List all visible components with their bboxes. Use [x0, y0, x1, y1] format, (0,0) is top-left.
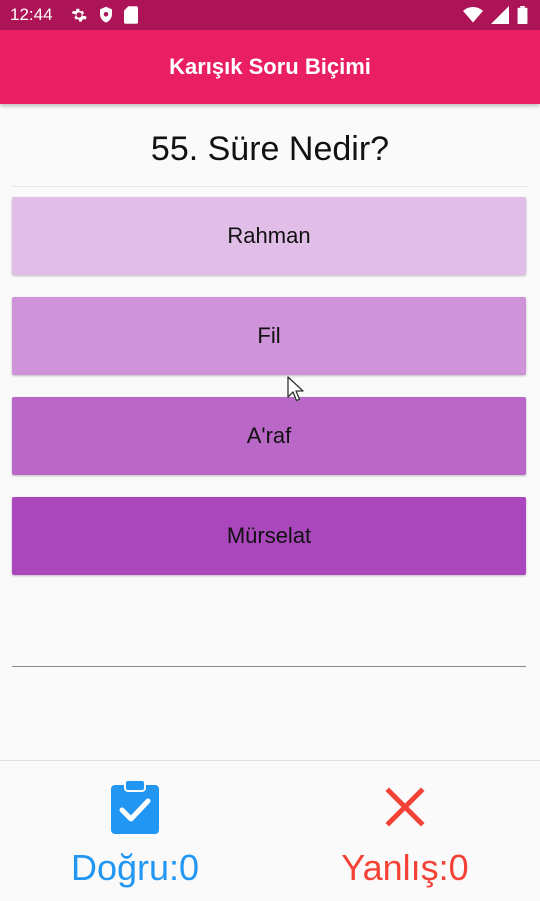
status-left-icons: [70, 6, 138, 24]
options-separator: [12, 186, 528, 187]
score-footer: Doğru:0 Yanlış:0: [0, 760, 540, 901]
app-title: Karışık Soru Biçimi: [169, 54, 371, 79]
mouse-cursor-icon: [287, 376, 304, 402]
close-icon: [385, 787, 425, 827]
correct-score: Doğru:0: [0, 779, 270, 889]
sd-card-icon: [124, 6, 138, 24]
wrong-score-label: Yanlış:0: [341, 847, 469, 888]
question-text: 55. Süre Nedir?: [150, 130, 390, 168]
clipboard-check-icon: [111, 779, 159, 834]
wifi-icon: [463, 7, 483, 23]
answer-option-3[interactable]: A'raf: [12, 397, 526, 475]
divider: [12, 666, 526, 667]
status-time: 12:44: [10, 5, 53, 24]
gear-icon: [71, 8, 87, 22]
status-bar: 12:44: [0, 0, 540, 30]
answer-option-1[interactable]: Rahman: [12, 197, 526, 275]
battery-icon: [517, 6, 528, 24]
shield-icon: [100, 6, 112, 23]
answer-option-4[interactable]: Mürselat: [12, 497, 526, 575]
app-bar: Karışık Soru Biçimi: [0, 30, 540, 104]
correct-score-label: Doğru:0: [70, 847, 200, 888]
wrong-score: Yanlış:0: [270, 779, 540, 889]
answer-option-2[interactable]: Fil: [12, 297, 526, 375]
status-right-icons: [463, 6, 528, 24]
signal-icon: [491, 6, 509, 24]
